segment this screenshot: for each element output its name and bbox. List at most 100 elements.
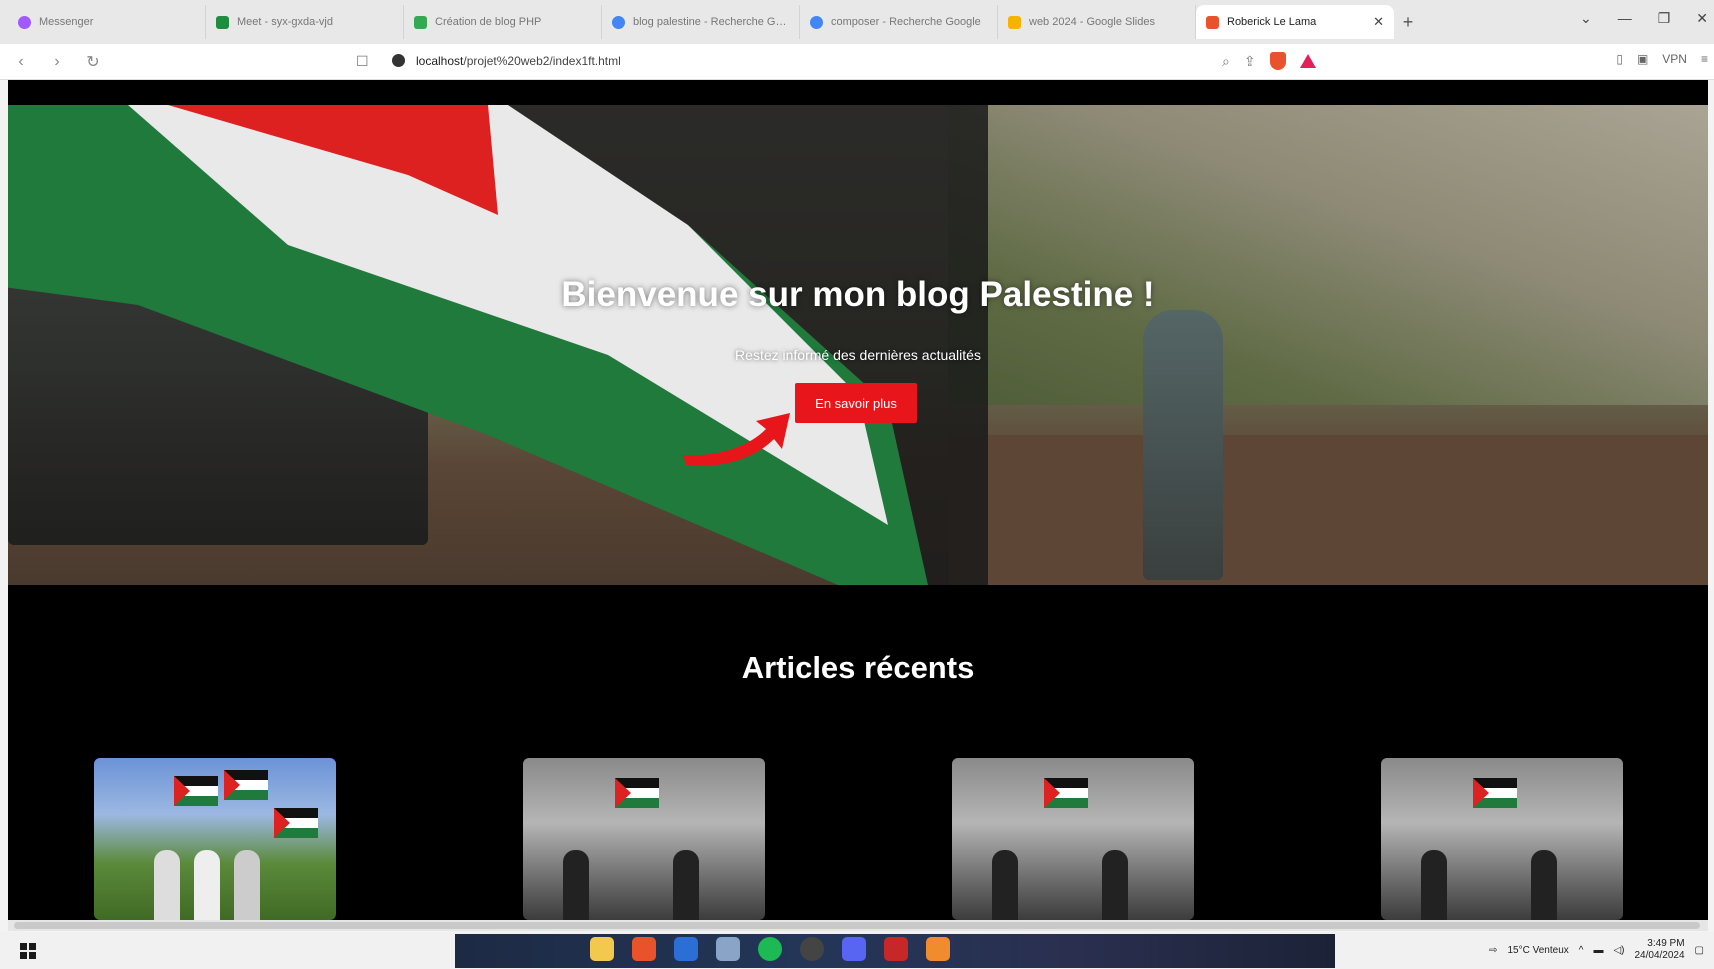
windows-start-icon[interactable] <box>20 943 36 959</box>
chevron-down-icon[interactable]: ⌄ <box>1580 10 1592 27</box>
taskbar-apps <box>590 937 950 961</box>
person-figure <box>234 850 260 920</box>
flag-icon <box>1044 778 1088 808</box>
person-figure <box>194 850 220 920</box>
address-actions: ⌕ ⇪ <box>1222 52 1316 70</box>
flag-icon <box>615 778 659 808</box>
chevron-up-icon[interactable]: ^ <box>1579 945 1584 956</box>
person-figure <box>992 850 1018 920</box>
store-icon[interactable] <box>674 937 698 961</box>
docs-icon <box>414 15 427 29</box>
field-image <box>948 435 1708 585</box>
share-icon[interactable]: ⇪ <box>1244 53 1256 70</box>
tab-title: blog palestine - Recherche Google <box>633 16 789 28</box>
tab-google-composer[interactable]: composer - Recherche Google <box>800 5 998 39</box>
article-card-image[interactable] <box>523 758 765 920</box>
flag-image <box>8 105 988 585</box>
recent-articles-title: Articles récents <box>741 650 975 685</box>
windows-taskbar: ⇨ 15°C Venteux ^ ▬ ◁) 3:49 PM 24/04/2024… <box>0 932 1714 969</box>
brave-browser-icon[interactable] <box>632 937 656 961</box>
url-host: localhost <box>416 54 464 68</box>
tab-title: Messenger <box>39 16 94 28</box>
tab-creation-blog[interactable]: Création de blog PHP <box>404 5 602 39</box>
person-figure <box>1531 850 1557 920</box>
clock[interactable]: 3:49 PM 24/04/2024 <box>1634 938 1684 962</box>
toolbar-right: ▯ ▣ VPN ≡ <box>1616 52 1708 66</box>
brave-rewards-icon[interactable] <box>1299 54 1316 68</box>
close-tab-icon[interactable]: ✕ <box>1373 14 1384 30</box>
maximize-icon[interactable]: ❐ <box>1658 10 1671 27</box>
new-tab-button[interactable]: + <box>1394 12 1422 33</box>
notifications-icon[interactable]: ▢ <box>1695 945 1704 956</box>
tab-title: composer - Recherche Google <box>831 16 981 28</box>
clock-time: 3:49 PM <box>1647 938 1685 949</box>
flag-icon <box>174 776 218 806</box>
network-icon[interactable]: ▬ <box>1593 945 1603 956</box>
tab-title: Création de blog PHP <box>435 16 542 28</box>
horizontal-scrollbar[interactable] <box>8 920 1708 931</box>
sidebar-icon[interactable]: ▯ <box>1616 52 1623 66</box>
app-icon[interactable] <box>926 937 950 961</box>
hero-section: Bienvenue sur mon blog Palestine ! Reste… <box>8 105 1708 585</box>
url-field[interactable]: localhost/projet%20web2/index1ft.html <box>416 54 621 68</box>
url-path: /projet%20web2/index1ft.html <box>463 54 621 68</box>
learn-more-button[interactable]: En savoir plus <box>795 383 917 423</box>
weather-text[interactable]: 15°C Venteux <box>1507 945 1568 956</box>
flag-icon <box>224 770 268 800</box>
system-tray: ⇨ 15°C Venteux ^ ▬ ◁) 3:49 PM 24/04/2024… <box>1489 938 1704 962</box>
slides-icon <box>1008 15 1021 29</box>
google-icon <box>612 15 625 29</box>
clock-date: 24/04/2024 <box>1634 950 1685 961</box>
person-figure <box>154 850 180 920</box>
vpn-button[interactable]: VPN <box>1662 52 1687 66</box>
zoom-icon[interactable]: ⌕ <box>1222 53 1230 70</box>
person-figure <box>1102 850 1128 920</box>
window-controls: ⌄ — ❐ ✕ <box>1580 10 1708 27</box>
app-icon[interactable] <box>884 937 908 961</box>
weather-icon[interactable]: ⇨ <box>1489 945 1497 956</box>
hero-subtitle: Restez informé des dernières actualités <box>735 347 981 363</box>
google-icon <box>810 15 823 29</box>
messenger-icon <box>18 15 31 29</box>
article-card-image[interactable] <box>94 758 336 920</box>
wallet-icon[interactable]: ▣ <box>1637 52 1648 66</box>
menu-icon[interactable]: ≡ <box>1701 52 1708 66</box>
forward-icon[interactable]: › <box>42 53 72 71</box>
bookmark-icon[interactable]: ☐ <box>356 53 369 70</box>
page-favicon-icon <box>1206 15 1219 29</box>
browser-tab-bar: Messenger Meet - syx-gxda-vjd Création d… <box>0 0 1714 44</box>
close-window-icon[interactable]: ✕ <box>1696 10 1708 27</box>
page-viewport: Bienvenue sur mon blog Palestine ! Reste… <box>8 80 1708 920</box>
back-icon[interactable]: ‹ <box>6 53 36 71</box>
reload-icon[interactable]: ↻ <box>78 52 108 72</box>
app-icon[interactable] <box>716 937 740 961</box>
discord-icon[interactable] <box>842 937 866 961</box>
tab-messenger[interactable]: Messenger <box>8 5 206 39</box>
tab-title: Meet - syx-gxda-vjd <box>237 16 333 28</box>
address-bar: ‹ › ↻ ☐ localhost/projet%20web2/index1ft… <box>0 44 1714 80</box>
flag-icon <box>1473 778 1517 808</box>
article-card-image[interactable] <box>1381 758 1623 920</box>
meet-icon <box>216 15 229 29</box>
flag-icon <box>274 808 318 838</box>
tab-meet[interactable]: Meet - syx-gxda-vjd <box>206 5 404 39</box>
article-card-image[interactable] <box>952 758 1194 920</box>
minimize-icon[interactable]: — <box>1618 10 1632 27</box>
site-info-icon[interactable] <box>392 54 405 67</box>
person-figure <box>563 850 589 920</box>
spotify-icon[interactable] <box>758 937 782 961</box>
tab-google-blog-palestine[interactable]: blog palestine - Recherche Google <box>602 5 800 39</box>
tab-google-slides[interactable]: web 2024 - Google Slides <box>998 5 1196 39</box>
tab-title: Roberick Le Lama <box>1227 16 1317 28</box>
hero-title: Bienvenue sur mon blog Palestine ! <box>561 275 1155 314</box>
person-figure <box>1421 850 1447 920</box>
person-figure <box>673 850 699 920</box>
red-arrow-annotation-icon <box>683 413 790 466</box>
file-explorer-icon[interactable] <box>590 937 614 961</box>
tab-active-page[interactable]: Roberick Le Lama ✕ <box>1196 5 1394 39</box>
media-player-icon[interactable] <box>800 937 824 961</box>
volume-icon[interactable]: ◁) <box>1613 945 1624 956</box>
brave-shield-icon[interactable] <box>1269 52 1286 70</box>
article-cards <box>94 758 1634 920</box>
scrollbar-thumb[interactable] <box>14 922 1700 929</box>
